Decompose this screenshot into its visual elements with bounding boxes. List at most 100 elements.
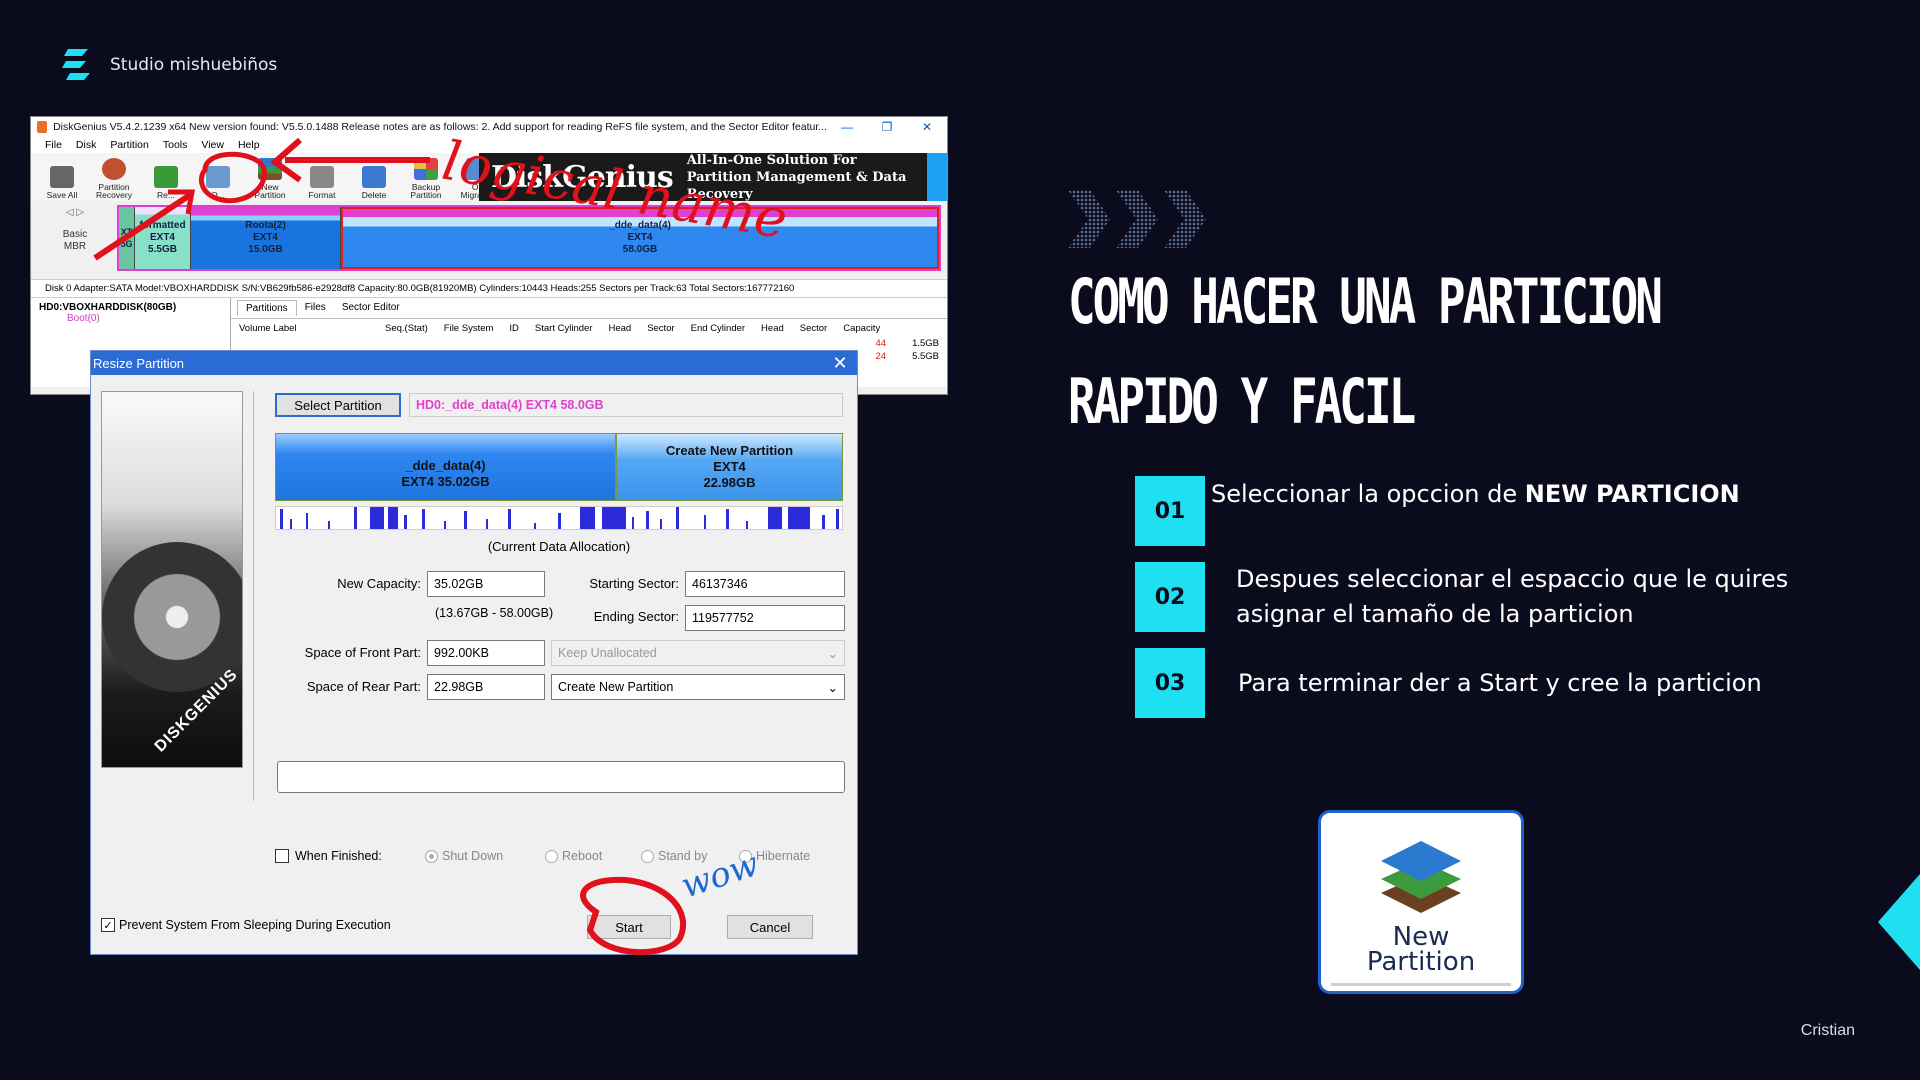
when-finished-option[interactable]: When Finished: [275,849,382,863]
delete-button[interactable]: Delete [351,155,397,201]
magnifier-icon [102,158,126,180]
backup-partition-button[interactable]: Backup Partition [403,155,449,201]
radio-shut-down[interactable]: Shut Down [425,849,503,863]
recover-files-button[interactable]: Re... [143,155,189,201]
quick-partition-button[interactable]: Q... [195,155,241,201]
prevent-sleep-checkbox[interactable]: ✓ [101,918,115,932]
banner-subtitle: All-In-One Solution For Partition Manage… [686,152,907,202]
dialog-titlebar: Resize Partition ✕ [91,351,857,375]
brand-name: Studio mishuebiños [110,55,278,75]
maximize-icon[interactable]: ❐ [867,120,907,134]
when-finished-checkbox[interactable] [275,849,289,863]
tab-strip: Partitions Files Sector Editor [231,298,947,319]
front-space-select: Keep Unallocated ⌄ [551,640,845,666]
tree-root[interactable]: HD0:VBOXHARDDISK(80GB) [39,302,222,313]
partition-block[interactable]: formatted EXT4 5.5GB [135,207,191,269]
minimize-icon[interactable]: — [827,120,867,134]
save-all-button[interactable]: Save All [39,155,85,201]
menu-view[interactable]: View [201,139,224,151]
step-1: 01 [1135,476,1205,546]
new-partition-icon-card: New Partition [1318,810,1524,994]
format-icon [310,166,334,188]
rear-space-input[interactable]: 22.98GB [427,674,545,700]
menu-disk[interactable]: Disk [76,139,96,151]
capacity-range: (13.67GB - 58.00GB) [435,606,554,620]
existing-partition-segment[interactable]: _dde_data(4) EXT4 35.02GB [276,434,617,500]
step-number: 03 [1135,648,1205,718]
tree-boot[interactable]: Boot(0) [39,313,222,324]
diskgenius-hdd-image: DISKGENIUS [101,391,243,768]
new-capacity-input[interactable]: 35.02GB [427,571,545,597]
resize-partition-bar[interactable]: _dde_data(4) EXT4 35.02GB Create New Par… [275,433,843,501]
step-number: 01 [1135,476,1205,546]
ending-sector-input[interactable]: 119577752 [685,605,845,631]
new-partition-segment[interactable]: Create New Partition EXT4 22.98GB [617,434,842,500]
chevrons-icon [1068,190,1206,248]
start-button[interactable]: Start [587,915,671,939]
partition-block[interactable]: XT 5G [119,207,135,269]
radio-stand-by[interactable]: Stand by [641,849,707,863]
chevron-down-icon: ⌄ [827,646,838,661]
menu-help[interactable]: Help [238,139,260,151]
layers-icon [1381,841,1461,913]
step-2-text: Despues seleccionar el espaccio que le q… [1236,565,1789,628]
trash-icon [362,166,386,188]
radio-hibernate[interactable]: Hibernate [739,849,810,863]
disk-type: ◁ ▷ Basic MBR [37,205,113,279]
front-space-input[interactable]: 992.00KB [427,640,545,666]
step-3: 03 [1135,648,1205,718]
format-button[interactable]: Format [299,155,345,201]
menu-tools[interactable]: Tools [163,139,188,151]
partition-block-selected[interactable]: _dde_data(4) EXT4 58.0GB [341,207,939,269]
hdd-platter-icon [102,542,242,692]
corner-triangle-decoration [1878,874,1920,970]
new-partition-label: New Partition [1366,922,1476,977]
rear-space-label: Space of Rear Part: [306,679,421,694]
radio-reboot[interactable]: Reboot [545,849,602,863]
divider [253,391,254,801]
disk-info-bar: Disk 0 Adapter:SATA Model:VBOXHARDDISK S… [31,279,947,297]
close-icon[interactable]: ✕ [907,120,947,134]
window-titlebar: DiskGenius V5.4.2.1239 x64 New version f… [31,117,947,137]
quick-icon [206,166,230,188]
tab-files[interactable]: Files [297,300,334,316]
resize-partition-dialog: Resize Partition ✕ DISKGENIUS Select Par… [90,350,858,955]
allocation-caption: (Current Data Allocation) [487,539,631,554]
layers-icon [258,158,282,180]
data-allocation-map [275,506,843,530]
cancel-button[interactable]: Cancel [727,915,813,939]
recover-icon [154,166,178,188]
toolbar: Save All Partition Recovery Re... Q... N… [31,152,947,202]
tab-sector-editor[interactable]: Sector Editor [334,300,408,316]
app-icon [37,121,48,133]
progress-bar [277,761,845,793]
diskgenius-banner: DiskGenius All-In-One Solution For Parti… [479,152,947,202]
tab-partitions[interactable]: Partitions [237,300,297,316]
step-number: 02 [1135,562,1205,632]
partition-block[interactable]: Roota(2) EXT4 15.0GB [191,207,341,269]
menu-file[interactable]: File [45,139,62,151]
new-partition-button[interactable]: New Partition [247,155,293,201]
close-icon[interactable]: ✕ [823,353,857,374]
selected-partition-field: HD0:_dde_data(4) EXT4 58.0GB [409,393,843,417]
window-title: DiskGenius V5.4.2.1239 x64 New version f… [53,121,827,133]
backup-icon [414,158,438,180]
rear-space-select[interactable]: Create New Partition ⌄ [551,674,845,700]
partition-recovery-button[interactable]: Partition Recovery [91,155,137,201]
select-partition-button[interactable]: Select Partition [275,393,401,417]
ending-sector-label: Ending Sector: [593,609,679,624]
table-row[interactable]: 44 1.5GB [231,338,947,349]
starting-sector-label: Starting Sector: [589,576,679,591]
step-3-text: Para terminar der a Start y cree la part… [1238,669,1762,697]
dialog-title: Resize Partition [93,355,185,371]
prevent-sleep-option[interactable]: ✓ Prevent System From Sleeping During Ex… [101,918,391,932]
disk-map: ◁ ▷ Basic MBR XT 5G formatted EXT4 5.5GB Ro… [31,201,947,279]
twitter-icon[interactable] [927,153,947,201]
menu-partition[interactable]: Partition [110,139,149,151]
page-title: COMO HACER UNA PARTICION RAPIDO Y FACIL [1068,265,1663,438]
starting-sector-input[interactable]: 46137346 [685,571,845,597]
disk-nav-arrows-icon[interactable]: ◁ ▷ [37,207,113,219]
step-2: 02 [1135,562,1205,632]
banner-title: DiskGenius [491,159,674,195]
chevron-down-icon: ⌄ [827,680,838,695]
